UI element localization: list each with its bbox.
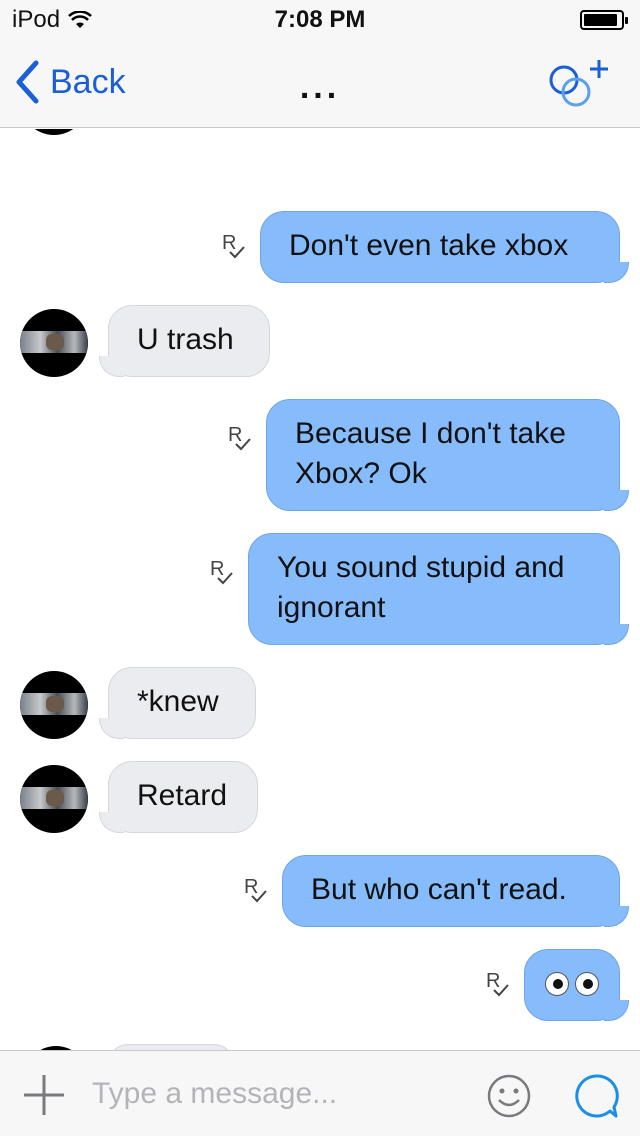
outgoing-bubble[interactable]: But who can't read. [282, 855, 629, 927]
message-text-line: Because I don't take [295, 417, 566, 450]
outgoing-bubble[interactable] [524, 949, 629, 1021]
message-row: R You sound stupid and ignorant [0, 533, 640, 645]
outgoing-bubble[interactable]: Because I don't take Xbox? Ok [266, 399, 629, 511]
incoming-bubble[interactable]: *knew [99, 667, 256, 739]
message-row: R But who can't read. [0, 855, 640, 927]
nav-bar: Back ... [0, 40, 640, 128]
message-composer [0, 1050, 640, 1136]
avatar[interactable] [20, 129, 88, 135]
message-text-line: ignorant [277, 591, 386, 624]
add-people-icon [549, 60, 608, 107]
send-button[interactable] [574, 1073, 620, 1124]
chat-bubble-icon [575, 1074, 619, 1118]
add-attachment-button[interactable] [22, 1073, 66, 1122]
message-row: U trash [0, 305, 640, 377]
message-row: R [0, 949, 640, 1021]
message-input[interactable] [92, 1071, 452, 1117]
read-receipt-icon: R [222, 233, 250, 263]
status-time: 7:08 PM [274, 6, 366, 33]
incoming-bubble[interactable]: U trash [99, 305, 270, 377]
incoming-bubble[interactable]: Retard [99, 761, 258, 833]
message-row: *knew [0, 667, 640, 739]
message-text: *knew [137, 685, 219, 718]
message-row: R Because I don't take Xbox? Ok [0, 399, 640, 511]
message-row: Retard [0, 761, 640, 833]
plus-icon [24, 1075, 64, 1115]
avatar[interactable] [20, 309, 88, 377]
battery-icon [580, 10, 628, 30]
status-bar: iPod 7:08 PM [0, 0, 640, 40]
read-receipt-icon: R [228, 425, 256, 455]
message-text-line: You sound stupid and [277, 551, 565, 584]
message-text: Don't even take xbox [289, 229, 569, 262]
outgoing-bubble[interactable]: Don't even take xbox [260, 211, 629, 283]
eyes-emoji-icon [545, 964, 599, 996]
message-text: U trash [137, 323, 234, 356]
add-people-button[interactable] [544, 58, 614, 117]
emoji-button[interactable] [486, 1073, 532, 1124]
read-receipt-icon: R [244, 877, 272, 907]
outgoing-bubble[interactable]: You sound stupid and ignorant [248, 533, 629, 645]
message-text: Retard [137, 779, 228, 812]
read-receipt-icon: R [486, 971, 514, 1001]
avatar[interactable] [20, 765, 88, 833]
message-list[interactable]: card R Don't even take xbox U trash R Be… [0, 129, 640, 1050]
battery-level [584, 14, 617, 26]
message-text-line: Xbox? Ok [295, 457, 427, 490]
smiley-icon [487, 1074, 531, 1118]
message-row: card [0, 129, 640, 189]
message-row: R Don't even take xbox [0, 211, 640, 283]
avatar[interactable] [20, 671, 88, 739]
message-text: But who can't read. [311, 873, 567, 906]
read-receipt-icon: R [210, 559, 238, 589]
